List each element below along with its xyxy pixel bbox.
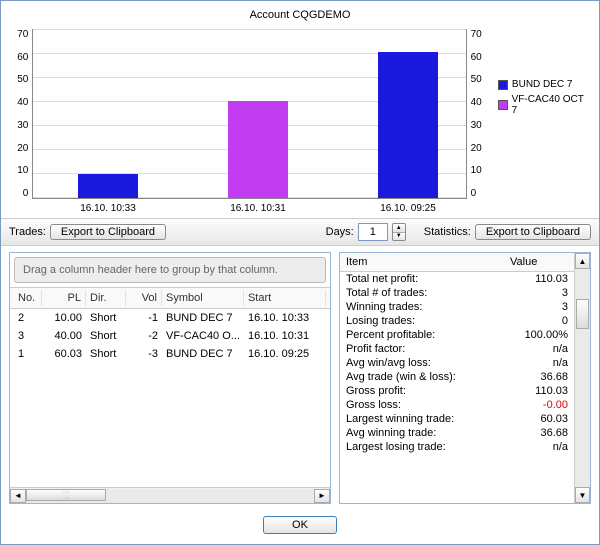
export-stats-button[interactable]: Export to Clipboard [475, 224, 591, 240]
bar [228, 101, 288, 198]
vertical-scrollbar[interactable]: ▲ ▼ [574, 253, 590, 503]
stat-row: Total net profit:110.03 [340, 272, 574, 286]
days-spinner[interactable]: ▲ ▼ [392, 223, 406, 241]
ok-button[interactable]: OK [263, 516, 337, 534]
col-vol[interactable]: Vol [126, 290, 162, 306]
stat-row: Avg winning trade:36.68 [340, 426, 574, 440]
legend-swatch [498, 80, 508, 90]
spinner-down-icon[interactable]: ▼ [393, 233, 405, 241]
bar [78, 174, 138, 198]
stat-row: Profit factor:n/a [340, 342, 574, 356]
stats-grid-header[interactable]: Item Value [340, 253, 574, 272]
legend-item: VF-CAC40 OCT 7 [498, 94, 589, 116]
stat-row: Losing trades:0 [340, 314, 574, 328]
y-axis-right: 706050403020100 [467, 29, 488, 199]
horizontal-scrollbar[interactable]: ◄ ► [10, 487, 330, 503]
table-row[interactable]: 340.00Short-2VF-CAC40 O...16.10. 10:31 [10, 327, 330, 345]
scroll-thumb-v[interactable] [576, 299, 589, 329]
dialog-footer: OK [1, 510, 599, 544]
col-item[interactable]: Item [340, 253, 504, 271]
scroll-thumb[interactable] [26, 489, 106, 501]
toolbar: Trades: Export to Clipboard Days: ▲ ▼ St… [1, 218, 599, 246]
panels: Drag a column header here to group by th… [1, 246, 599, 510]
col-start[interactable]: Start [244, 290, 326, 306]
spinner-up-icon[interactable]: ▲ [393, 224, 405, 233]
stat-row: Gross profit:110.03 [340, 384, 574, 398]
statistics-label: Statistics: [424, 226, 471, 238]
stat-row: Avg win/avg loss:n/a [340, 356, 574, 370]
y-axis-left: 706050403020100 [11, 29, 32, 199]
col-dir[interactable]: Dir. [86, 290, 126, 306]
scroll-down-icon[interactable]: ▼ [575, 487, 590, 503]
stat-row: Total # of trades:3 [340, 286, 574, 300]
statistics-panel: Item Value Total net profit:110.03Total … [339, 252, 591, 504]
scroll-track[interactable] [26, 489, 314, 503]
stat-row: Winning trades:3 [340, 300, 574, 314]
bar [378, 52, 438, 198]
col-no[interactable]: No. [14, 290, 42, 306]
stat-row: Avg trade (win & loss):36.68 [340, 370, 574, 384]
trades-label: Trades: [9, 226, 46, 238]
stat-row: Gross loss:-0.00 [340, 398, 574, 412]
days-input[interactable] [358, 223, 388, 241]
bar-chart [32, 29, 466, 199]
table-row[interactable]: 160.03Short-3BUND DEC 716.10. 09:25 [10, 345, 330, 363]
chart-title: Account CQGDEMO [11, 9, 589, 21]
scroll-right-icon[interactable]: ► [314, 489, 330, 503]
scroll-up-icon[interactable]: ▲ [575, 253, 590, 269]
stats-grid-body: Total net profit:110.03Total # of trades… [340, 272, 574, 503]
trades-grid-body: 210.00Short-1BUND DEC 716.10. 10:33340.0… [10, 309, 330, 487]
legend-item: BUND DEC 7 [498, 79, 589, 90]
scroll-track-v[interactable] [575, 269, 590, 487]
days-label: Days: [326, 226, 354, 238]
x-axis-labels: 16.10. 10:3316.10. 10:3116.10. 09:25 [33, 199, 483, 214]
table-row[interactable]: 210.00Short-1BUND DEC 716.10. 10:33 [10, 309, 330, 327]
stat-row: Percent profitable:100.00% [340, 328, 574, 342]
col-pl[interactable]: PL [42, 290, 86, 306]
trades-panel: Drag a column header here to group by th… [9, 252, 331, 504]
chart-area: Account CQGDEMO 706050403020100 70605040… [1, 1, 599, 218]
col-value[interactable]: Value [504, 253, 574, 271]
legend-swatch [498, 100, 508, 110]
export-trades-button[interactable]: Export to Clipboard [50, 224, 166, 240]
trades-grid-header[interactable]: No. PL Dir. Vol Symbol Start [10, 287, 330, 309]
stat-row: Largest winning trade:60.03 [340, 412, 574, 426]
stat-row: Largest losing trade:n/a [340, 440, 574, 454]
account-report-window: Account CQGDEMO 706050403020100 70605040… [0, 0, 600, 545]
col-symbol[interactable]: Symbol [162, 290, 244, 306]
scroll-left-icon[interactable]: ◄ [10, 489, 26, 503]
group-by-hint[interactable]: Drag a column header here to group by th… [14, 257, 326, 283]
chart-legend: BUND DEC 7 VF-CAC40 OCT 7 [498, 79, 589, 120]
